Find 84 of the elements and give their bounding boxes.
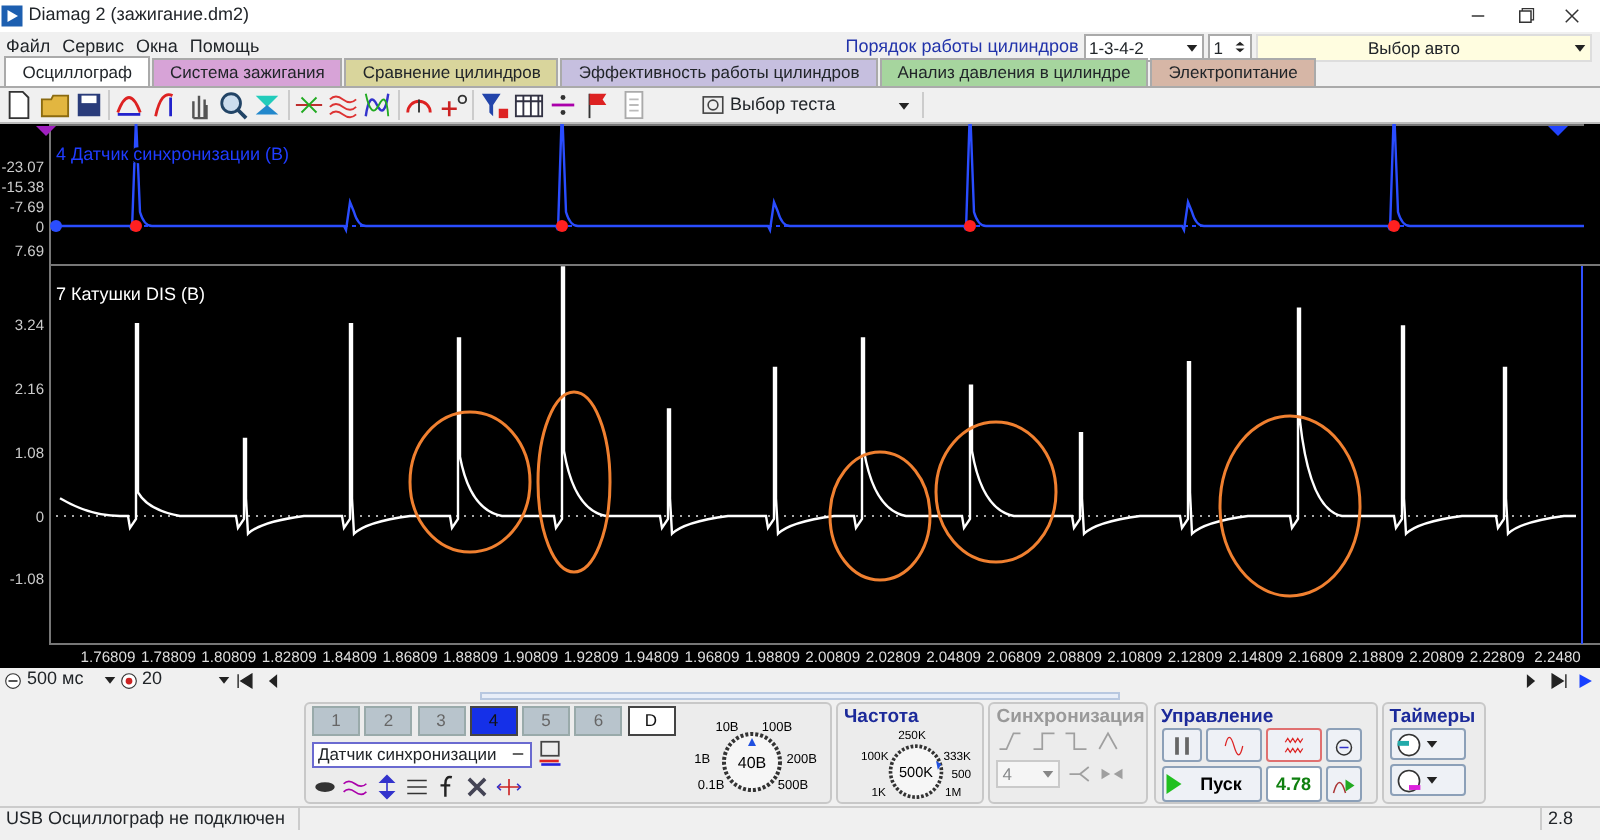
- table-icon[interactable]: [513, 90, 544, 120]
- caret-icon[interactable]: [218, 674, 230, 686]
- group-title: Таймеры: [1389, 706, 1478, 728]
- spinner-arrows-icon[interactable]: [1233, 38, 1246, 56]
- record-icon[interactable]: [119, 671, 138, 689]
- close-icon[interactable]: [1562, 6, 1582, 26]
- marker-dot: [964, 220, 976, 232]
- car-select-dropdown[interactable]: Выбор авто: [1256, 33, 1592, 61]
- gauge-icon[interactable]: [1332, 733, 1357, 757]
- sine-wave-button[interactable]: [1205, 728, 1262, 762]
- zoom-icon[interactable]: [218, 90, 248, 120]
- group-title: Частота: [844, 706, 921, 728]
- caret-icon[interactable]: [1426, 774, 1439, 787]
- tab[interactable]: Анализ давления в цилиндре: [879, 58, 1149, 86]
- pause-icon[interactable]: [1171, 735, 1191, 755]
- save-icon[interactable]: [73, 90, 104, 120]
- channel-swap-icon[interactable]: [536, 740, 565, 769]
- caret-icon[interactable]: [898, 99, 910, 111]
- clock-icon[interactable]: [1396, 767, 1422, 794]
- status-message: USB Осциллограф не подключен: [0, 808, 300, 830]
- chart-title: 7 Катушки DIS (В): [56, 284, 205, 304]
- tab[interactable]: Система зажигания: [152, 58, 343, 86]
- filter-icon[interactable]: [479, 90, 509, 120]
- zoom-out-icon[interactable]: [4, 671, 23, 689]
- group-title: Синхронизация: [996, 706, 1141, 728]
- timer-button[interactable]: [1389, 764, 1466, 797]
- marker-dot: [50, 220, 62, 232]
- waves-button[interactable]: [1266, 728, 1322, 762]
- channel-dropdown[interactable]: Датчик синхронизации: [312, 741, 532, 768]
- tools-icon[interactable]: [464, 773, 491, 799]
- highlight-ellipse: [828, 450, 932, 582]
- reading-display: 4.78: [1265, 766, 1322, 803]
- arrow-arc-icon[interactable]: [149, 90, 179, 120]
- timer-button[interactable]: [1389, 728, 1466, 760]
- menu-item[interactable]: Окна: [129, 33, 184, 61]
- marker-icon[interactable]: [1548, 126, 1568, 136]
- start-button[interactable]: Пуск: [1161, 766, 1261, 803]
- zero-level-icon[interactable]: [438, 90, 468, 120]
- vertical-arrows-icon[interactable]: [373, 773, 399, 799]
- tab[interactable]: Эффективность работы цилиндров: [560, 58, 878, 86]
- caret-icon[interactable]: [1574, 41, 1586, 53]
- tab[interactable]: Сравнение цилиндров: [344, 58, 559, 86]
- folder-icon[interactable]: [39, 90, 69, 120]
- last-frame-icon[interactable]: [1547, 669, 1569, 691]
- caret-icon[interactable]: [1185, 41, 1197, 53]
- waves-icon[interactable]: [328, 90, 358, 120]
- split-arrows-icon[interactable]: [495, 773, 521, 799]
- window-title: Diamag 2 (зажигание.dm2): [28, 2, 250, 29]
- auto-scale-button[interactable]: [1326, 728, 1363, 762]
- cylinder-spinner[interactable]: 1: [1207, 33, 1252, 61]
- tab[interactable]: Электропитание: [1150, 58, 1316, 86]
- frames-dropdown[interactable]: 20: [142, 666, 230, 694]
- menu-item[interactable]: Помощь: [183, 33, 266, 61]
- caret-icon[interactable]: [1426, 738, 1439, 750]
- highlight-ellipse: [934, 420, 1058, 564]
- test-select-dropdown[interactable]: Выбор теста: [730, 91, 910, 119]
- divide-icon[interactable]: [548, 90, 578, 120]
- channel-button[interactable]: D: [627, 706, 675, 736]
- marker-dot: [130, 220, 142, 232]
- group-title: Управление: [1161, 706, 1276, 728]
- pause-button[interactable]: [1161, 728, 1201, 762]
- frequency-knob[interactable]: 500K: [888, 744, 944, 799]
- highlight-ellipse: [408, 410, 532, 554]
- waves-icon[interactable]: [362, 90, 393, 120]
- maximize-icon[interactable]: [1515, 6, 1535, 26]
- caret-icon[interactable]: [103, 674, 115, 686]
- menu-item[interactable]: Файл: [0, 33, 57, 61]
- tab[interactable]: Осциллограф: [4, 56, 151, 86]
- arrow-arc-icon[interactable]: [114, 90, 145, 120]
- marker-icon[interactable]: [36, 126, 56, 136]
- cylinder-order-label: Порядок работы цилиндров: [845, 33, 1079, 60]
- scrollbar[interactable]: [480, 692, 1120, 700]
- menu-item[interactable]: Сервис: [56, 33, 130, 61]
- cylinder-order-dropdown[interactable]: 1-3-4-2: [1083, 33, 1203, 61]
- clock-icon[interactable]: [1396, 731, 1422, 757]
- timebase-dropdown[interactable]: 500 мс: [27, 666, 115, 694]
- first-frame-icon[interactable]: [234, 669, 257, 691]
- collapse-icon[interactable]: [510, 748, 526, 761]
- auto-play-button[interactable]: [1326, 766, 1362, 803]
- marker-dot: [1388, 220, 1400, 232]
- marker-dot: [556, 220, 568, 232]
- version-label: 2.8: [1540, 808, 1600, 830]
- new-document-icon[interactable]: [4, 90, 35, 120]
- test-select-icon[interactable]: [699, 92, 726, 118]
